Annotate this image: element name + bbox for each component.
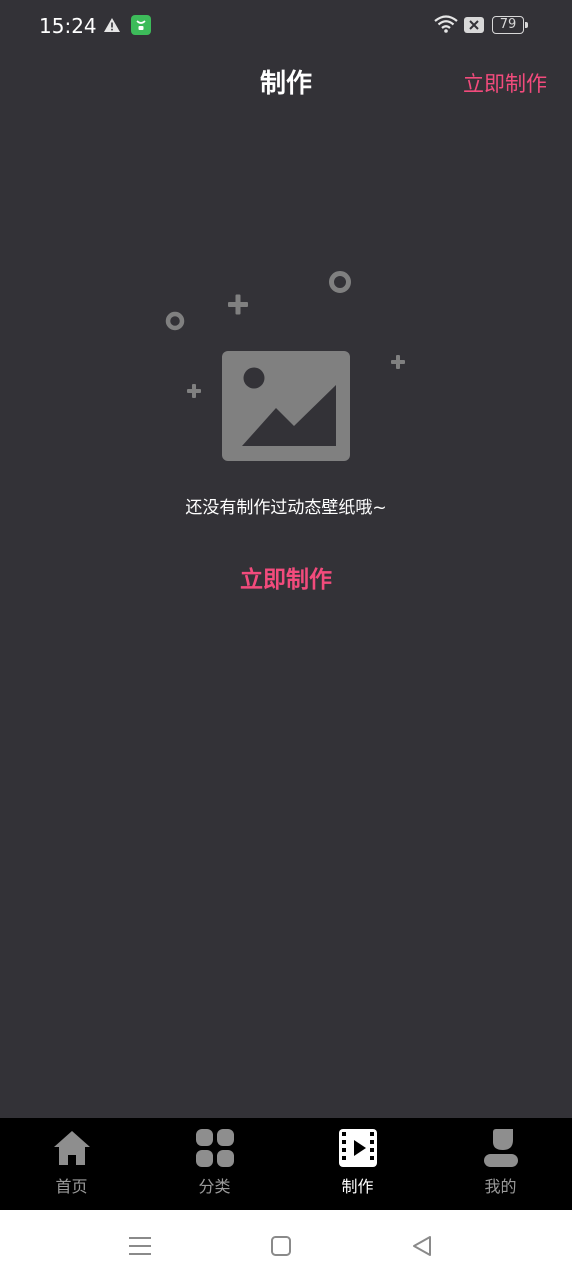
battery-icon: 79: [492, 16, 528, 34]
menu-icon[interactable]: [126, 1232, 154, 1260]
status-time: 15:24: [39, 14, 97, 38]
profile-icon: [483, 1129, 518, 1167]
tab-label: 制作: [341, 1177, 374, 1196]
video-make-icon: [338, 1129, 377, 1167]
wifi-icon: [434, 15, 458, 33]
tab-label: 首页: [55, 1177, 88, 1196]
home-square-icon[interactable]: [267, 1232, 295, 1260]
bottom-tab-bar: 首页 分类 制作 我的: [0, 1118, 572, 1210]
make-now-button[interactable]: 立即制作: [186, 558, 386, 602]
sim-icon: [464, 17, 484, 33]
tab-category[interactable]: 分类: [143, 1118, 286, 1210]
screen: 15:24 79 制作 立即制作 还没有制作过动态壁纸哦~ 立即制作 首页 分类…: [0, 0, 572, 1280]
home-icon: [53, 1131, 90, 1165]
image-placeholder-icon: [165, 271, 405, 461]
tab-label: 分类: [198, 1177, 231, 1196]
system-nav-bar: [0, 1210, 572, 1280]
warning-icon: [104, 18, 120, 32]
tab-make[interactable]: 制作: [286, 1118, 429, 1210]
tab-label: 我的: [484, 1177, 517, 1196]
tab-home[interactable]: 首页: [0, 1118, 143, 1210]
tab-mine[interactable]: 我的: [429, 1118, 572, 1210]
category-grid-icon: [195, 1129, 234, 1167]
status-bar: 15:24 79: [0, 0, 572, 50]
back-icon[interactable]: [408, 1232, 436, 1260]
empty-state-message: 还没有制作过动态壁纸哦~: [185, 498, 387, 518]
wechat-app-icon: [131, 15, 151, 35]
make-now-header-button[interactable]: 立即制作: [463, 66, 547, 102]
